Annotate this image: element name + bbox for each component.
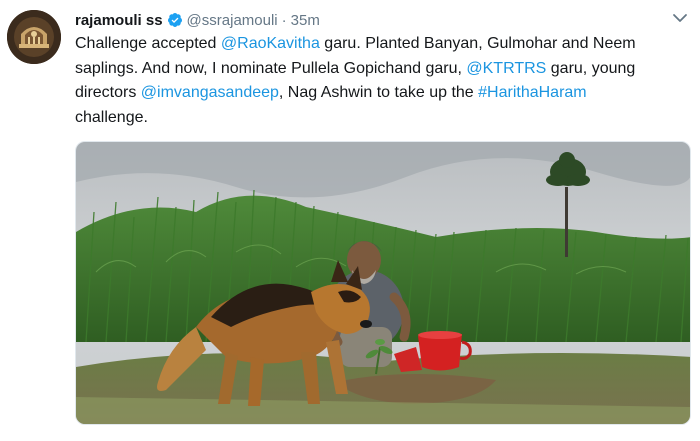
tweet-text-segment: challenge. xyxy=(75,108,148,126)
tweet-text-segment: directors xyxy=(75,84,141,101)
tweet-text-segment: garu. Planted Banyan, Gulmohar and Neem xyxy=(319,35,636,52)
chevron-down-icon[interactable] xyxy=(672,12,688,24)
verified-badge-icon xyxy=(167,12,183,28)
tweet-text-segment: , Nag Ashwin to take up the xyxy=(278,84,479,101)
tweet-photo[interactable] xyxy=(75,141,691,425)
avatar[interactable] xyxy=(7,10,61,64)
display-name[interactable]: rajamouli ss xyxy=(75,12,163,29)
mention-link[interactable]: @RaoKavitha xyxy=(221,35,320,52)
timestamp[interactable]: 35m xyxy=(291,12,320,29)
tweet-text-line: directors @imvangasandeep, Nag Ashwin to… xyxy=(75,81,675,106)
photo-image xyxy=(76,142,690,424)
tweet-text-segment: garu, young xyxy=(546,59,636,77)
separator-dot: · xyxy=(281,11,287,29)
tweet-text-segment: saplings. And now, I nominate Pullela Go… xyxy=(75,59,467,77)
avatar-logo-icon xyxy=(7,10,61,64)
user-handle[interactable]: @ssrajamouli xyxy=(187,12,278,29)
tweet-text-line: saplings. And now, I nominate Pullela Go… xyxy=(75,57,675,82)
tweet-header: rajamouli ss @ssrajamouli · 35m xyxy=(75,9,670,31)
tweet-text: Challenge accepted @RaoKavitha garu. Pla… xyxy=(75,32,675,130)
mention-link[interactable]: @imvangasandeep xyxy=(141,84,279,101)
tweet-text-segment: Challenge accepted xyxy=(75,35,221,52)
tweet-text-line: challenge. xyxy=(75,106,675,131)
tweet-text-line: Challenge accepted @RaoKavitha garu. Pla… xyxy=(75,32,675,57)
mention-link[interactable]: @KTRTRS xyxy=(466,60,546,77)
hashtag-link[interactable]: #HarithaHaram xyxy=(478,84,586,101)
